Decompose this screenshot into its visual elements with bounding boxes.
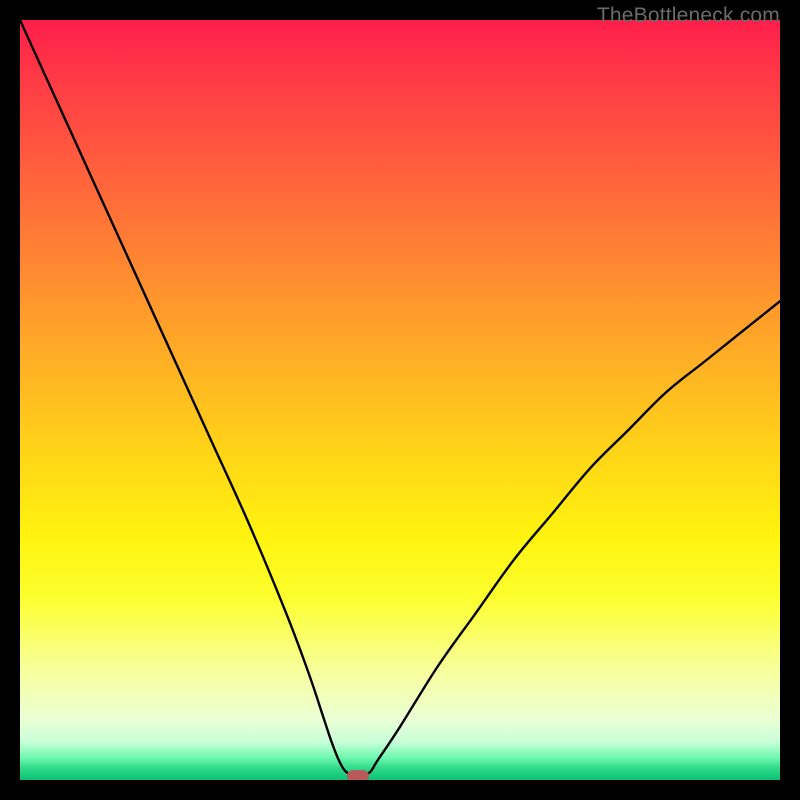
- plot-area: [20, 20, 780, 780]
- watermark-text: TheBottleneck.com: [597, 4, 780, 28]
- bottleneck-curve: [20, 20, 780, 780]
- optimal-point-marker: [347, 770, 369, 780]
- chart-frame: TheBottleneck.com: [0, 0, 800, 800]
